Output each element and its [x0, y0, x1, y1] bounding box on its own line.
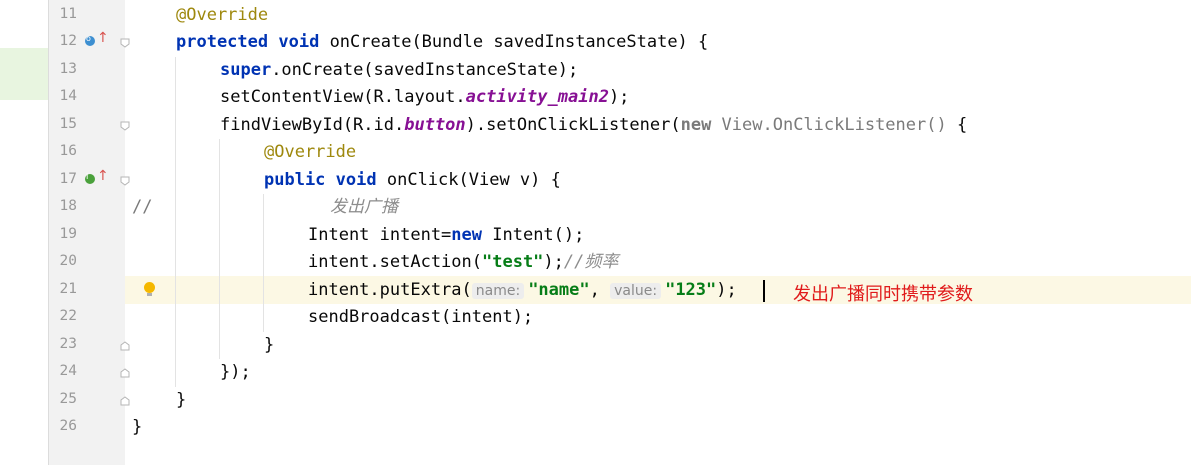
gutter-line: 14 — [49, 84, 125, 112]
parameter-hint-value: value: — [610, 283, 662, 299]
indent-guide — [175, 57, 176, 387]
code-line-20: intent.setAction("test");//频率 — [308, 252, 619, 272]
line-number: 14 — [59, 88, 77, 104]
text-caret — [763, 280, 765, 302]
code-line-11: @Override — [176, 5, 269, 25]
line-number: 25 — [59, 391, 77, 407]
annotation-note: 发出广播同时携带参数 — [793, 284, 973, 305]
gutter-line: 13 — [49, 57, 125, 85]
gutter-line: 11 — [49, 2, 125, 30]
line-number: 22 — [59, 308, 77, 324]
code-editor[interactable]: 11 12 o ↑ 13 14 15 16 17 I ↑ 18 19 20 21… — [0, 0, 1191, 465]
line-number: 15 — [59, 116, 77, 132]
gutter-line: 20 — [49, 249, 125, 277]
gutter-line: 15 — [49, 112, 130, 140]
code-comment-18: 发出广播 — [330, 197, 398, 217]
code-line-13: super.onCreate(savedInstanceState); — [220, 60, 579, 80]
code-line-16: @Override — [264, 142, 357, 162]
line-number: 11 — [59, 6, 77, 22]
gutter-line: 22 — [49, 304, 125, 332]
line-number: 16 — [59, 143, 77, 159]
line-number: 19 — [59, 226, 77, 242]
gutter-line: 12 o ↑ — [49, 29, 130, 57]
line-number: 17 — [59, 171, 77, 187]
fold-open-icon[interactable] — [120, 121, 130, 131]
override-method-icon[interactable]: o — [85, 34, 95, 46]
indent-guide — [219, 139, 220, 359]
gutter-line: 24 — [49, 359, 130, 387]
indent-guide — [263, 194, 264, 332]
implements-method-icon[interactable]: I — [85, 172, 95, 184]
up-arrow-icon[interactable]: ↑ — [97, 30, 109, 46]
code-line-26: } — [132, 417, 143, 437]
up-arrow-icon[interactable]: ↑ — [97, 168, 109, 184]
fold-close-icon[interactable] — [120, 396, 130, 406]
gutter-line: 17 I ↑ — [49, 167, 130, 195]
fold-close-icon[interactable] — [120, 368, 130, 378]
fold-close-icon[interactable] — [120, 341, 130, 351]
gutter-line: 19 — [49, 222, 125, 250]
gutter-line: 23 — [49, 332, 130, 360]
gutter-line: 25 — [49, 387, 130, 415]
line-number: 12 — [59, 33, 77, 49]
code-line-17: public void onClick(View v) { — [264, 170, 561, 190]
code-line-24: }); — [220, 362, 251, 382]
parameter-hint-name: name: — [471, 283, 525, 299]
lightbulb-icon[interactable] — [144, 282, 155, 296]
code-line-19: Intent intent=new Intent(); — [308, 225, 585, 245]
line-number: 24 — [59, 363, 77, 379]
fold-open-icon[interactable] — [120, 38, 130, 48]
code-line-14: setContentView(R.layout.activity_main2); — [220, 87, 630, 107]
gutter-line: 16 — [49, 139, 125, 167]
code-line-15: findViewById(R.id.button).setOnClickList… — [220, 115, 968, 135]
code-line-23: } — [264, 335, 275, 355]
code-line-12: protected void onCreate(Bundle savedInst… — [176, 32, 709, 52]
fold-open-icon[interactable] — [120, 176, 130, 186]
line-number: 21 — [59, 281, 77, 297]
change-marker — [0, 48, 48, 100]
code-line-18: // — [132, 197, 153, 217]
line-number: 26 — [59, 418, 77, 434]
line-number: 18 — [59, 198, 77, 214]
code-line-25: } — [176, 390, 187, 410]
gutter-line: 26 — [49, 414, 125, 442]
line-number: 20 — [59, 253, 77, 269]
line-number-gutter[interactable]: 11 12 o ↑ 13 14 15 16 17 I ↑ 18 19 20 21… — [48, 0, 130, 465]
gutter-line: 21 — [49, 277, 125, 305]
left-margin-strip — [0, 0, 48, 465]
code-line-22: sendBroadcast(intent); — [308, 307, 534, 327]
code-line-21: intent.putExtra(name: "name", value: "123"… — [308, 280, 737, 300]
line-number: 23 — [59, 336, 77, 352]
line-number: 13 — [59, 61, 77, 77]
gutter-line: 18 — [49, 194, 125, 222]
